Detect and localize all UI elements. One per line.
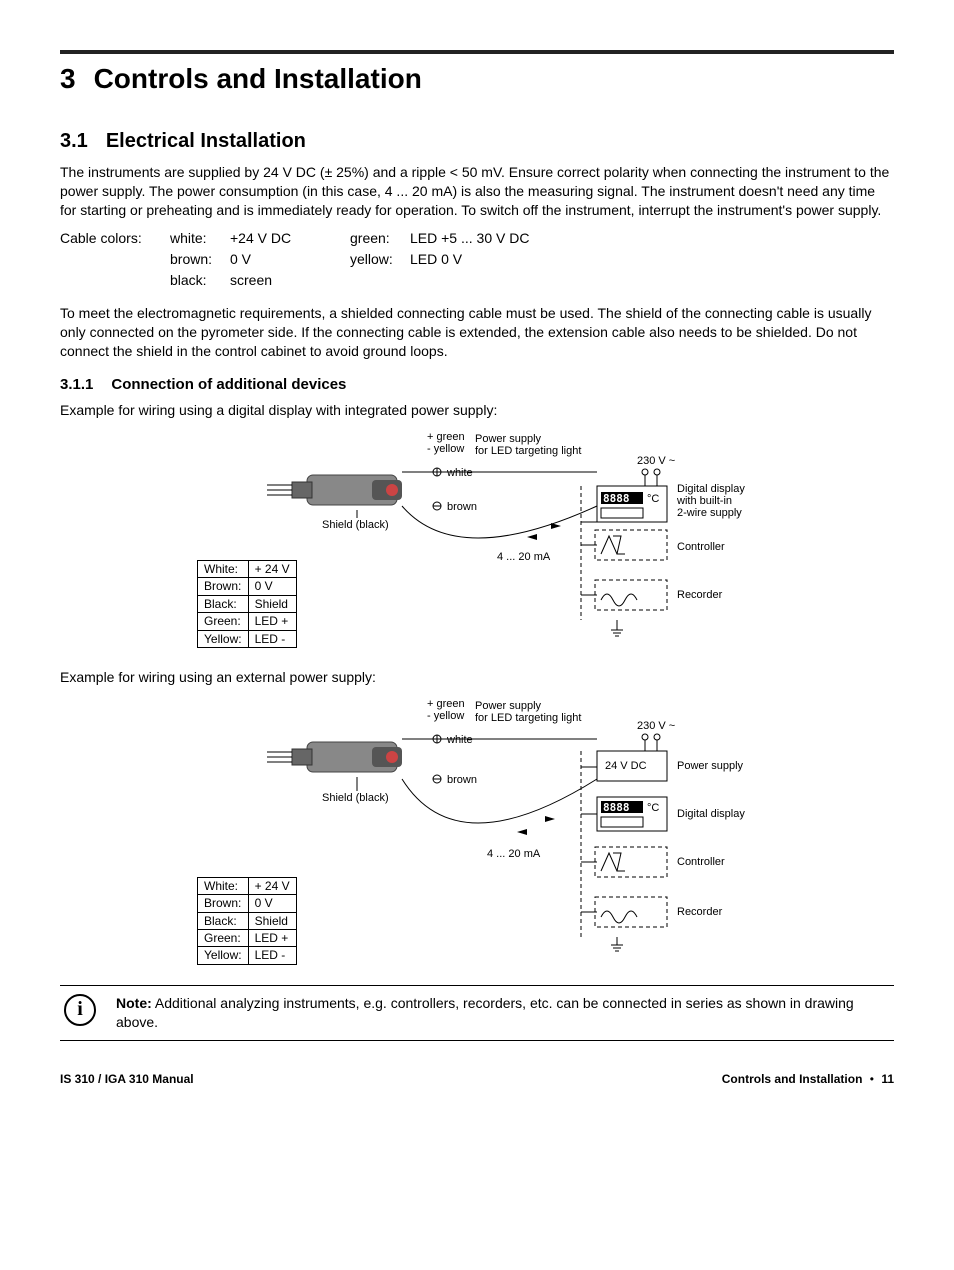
wt1-r2c1: Shield bbox=[248, 595, 296, 612]
label-ps: Power supply bbox=[677, 760, 744, 772]
wt2-r1c0: Brown: bbox=[198, 895, 249, 912]
cable-yellow-value: LED 0 V bbox=[410, 250, 894, 269]
label-ps-led-2: for LED targeting light bbox=[475, 445, 581, 457]
label-controller-1: Controller bbox=[677, 541, 725, 553]
label-ps-led-1: Power supply bbox=[475, 433, 542, 445]
note-text-wrap: Note: Additional analyzing instruments, … bbox=[116, 994, 894, 1032]
wt2-r4c1: LED - bbox=[248, 947, 296, 964]
diagram-1-caption: Example for wiring using a digital displ… bbox=[60, 401, 894, 420]
label-dd-2: Digital display bbox=[677, 808, 745, 820]
note-label: Note: bbox=[116, 995, 152, 1011]
wt2-r2c0: Black: bbox=[198, 912, 249, 929]
section-3-1-para-2: To meet the electromagnetic requirements… bbox=[60, 304, 894, 361]
wt2-r3c0: Green: bbox=[198, 929, 249, 946]
label-controller-2: Controller bbox=[677, 856, 725, 868]
page-footer: IS 310 / IGA 310 Manual Controls and Ins… bbox=[60, 1071, 894, 1087]
label-230v-1: 230 V ~ bbox=[637, 455, 675, 467]
info-icon: i bbox=[64, 994, 96, 1026]
wt1-r1c1: 0 V bbox=[248, 578, 296, 595]
footer-section: Controls and Installation bbox=[722, 1072, 863, 1086]
label-dd-1b: with built-in bbox=[676, 495, 732, 507]
label-degc-2: °C bbox=[647, 802, 659, 814]
label-minus-yellow-2: - yellow bbox=[427, 710, 464, 722]
wt1-r3c1: LED + bbox=[248, 613, 296, 630]
section-3-1-1-heading: 3.1.1 Connection of additional devices bbox=[60, 375, 894, 395]
wt2-r3c1: LED + bbox=[248, 929, 296, 946]
cable-black-label: black: bbox=[170, 271, 230, 290]
section-3-1-number: 3.1 bbox=[60, 128, 88, 155]
wire-table-2: White:+ 24 V Brown:0 V Black:Shield Gree… bbox=[197, 877, 297, 965]
label-dd-1a: Digital display bbox=[677, 483, 745, 495]
footer-left: IS 310 / IGA 310 Manual bbox=[60, 1071, 194, 1087]
cable-colors-label: Cable colors: bbox=[60, 229, 170, 248]
note-box: i Note: Additional analyzing instruments… bbox=[60, 985, 894, 1041]
label-brown-2: brown bbox=[447, 774, 477, 786]
chapter-number: 3 bbox=[60, 60, 76, 98]
seg-display-2: 8888 bbox=[603, 801, 630, 814]
diagram-2-caption: Example for wiring using an external pow… bbox=[60, 668, 894, 687]
wt2-r2c1: Shield bbox=[248, 912, 296, 929]
label-recorder-2: Recorder bbox=[677, 906, 723, 918]
wire-table-1: White:+ 24 V Brown:0 V Black:Shield Gree… bbox=[197, 560, 297, 648]
label-plus-green-2: + green bbox=[427, 698, 465, 710]
section-3-1-title: Electrical Installation bbox=[106, 130, 306, 152]
cable-yellow-label: yellow: bbox=[350, 250, 410, 269]
section-3-1-para-1: The instruments are supplied by 24 V DC … bbox=[60, 163, 894, 220]
cable-brown-label: brown: bbox=[170, 250, 230, 269]
label-recorder-1: Recorder bbox=[677, 589, 723, 601]
cable-green-label: green: bbox=[350, 229, 410, 248]
label-ps-led-2b: for LED targeting light bbox=[475, 712, 581, 724]
top-rule bbox=[60, 50, 894, 54]
wt2-r0c0: White: bbox=[198, 877, 249, 894]
section-3-1-1-number: 3.1.1 bbox=[60, 375, 93, 395]
pyrometer-icon-2 bbox=[267, 742, 402, 772]
wt1-r3c0: Green: bbox=[198, 613, 249, 630]
note-text: Additional analyzing instruments, e.g. c… bbox=[116, 995, 854, 1030]
wt1-r4c0: Yellow: bbox=[198, 630, 249, 647]
chapter-heading: 3 Controls and Installation bbox=[60, 60, 894, 98]
cable-green-value: LED +5 ... 30 V DC bbox=[410, 229, 894, 248]
label-white: white bbox=[446, 467, 473, 479]
footer-page: 11 bbox=[881, 1072, 894, 1086]
wt1-r0c1: + 24 V bbox=[248, 560, 296, 577]
label-signal-2: 4 ... 20 mA bbox=[487, 848, 541, 860]
wt1-r1c0: Brown: bbox=[198, 578, 249, 595]
label-ps-led-1b: Power supply bbox=[475, 700, 542, 712]
label-plus-green: + green bbox=[427, 431, 465, 443]
seg-display-1: 8888 bbox=[603, 492, 630, 505]
wt1-r2c0: Black: bbox=[198, 595, 249, 612]
wt2-r1c1: 0 V bbox=[248, 895, 296, 912]
label-signal-1: 4 ... 20 mA bbox=[497, 551, 551, 563]
wt2-r4c0: Yellow: bbox=[198, 947, 249, 964]
label-230v-2: 230 V ~ bbox=[637, 720, 675, 732]
label-white-2: white bbox=[446, 734, 473, 746]
cable-brown-value: 0 V bbox=[230, 250, 350, 269]
label-dd-1c: 2-wire supply bbox=[677, 507, 742, 519]
wt1-r0c0: White: bbox=[198, 560, 249, 577]
section-3-1-heading: 3.1 Electrical Installation bbox=[60, 128, 894, 155]
pyrometer-icon bbox=[267, 475, 402, 505]
footer-right: Controls and Installation • 11 bbox=[722, 1071, 894, 1087]
wt2-r0c1: + 24 V bbox=[248, 877, 296, 894]
cable-white-label: white: bbox=[170, 229, 230, 248]
label-brown: brown bbox=[447, 501, 477, 513]
section-3-1-1-title: Connection of additional devices bbox=[111, 376, 346, 393]
label-24vdc: 24 V DC bbox=[605, 760, 647, 772]
label-degc-1: °C bbox=[647, 493, 659, 505]
chapter-title: Controls and Installation bbox=[94, 63, 422, 94]
cable-black-value: screen bbox=[230, 271, 350, 290]
label-shield-black-2: Shield (black) bbox=[322, 792, 389, 804]
cable-colors-grid: Cable colors: white: +24 V DC green: LED… bbox=[60, 229, 894, 290]
cable-white-value: +24 V DC bbox=[230, 229, 350, 248]
label-minus-yellow: - yellow bbox=[427, 443, 464, 455]
label-shield-black: Shield (black) bbox=[322, 519, 389, 531]
footer-bullet: • bbox=[870, 1072, 874, 1086]
wt1-r4c1: LED - bbox=[248, 630, 296, 647]
